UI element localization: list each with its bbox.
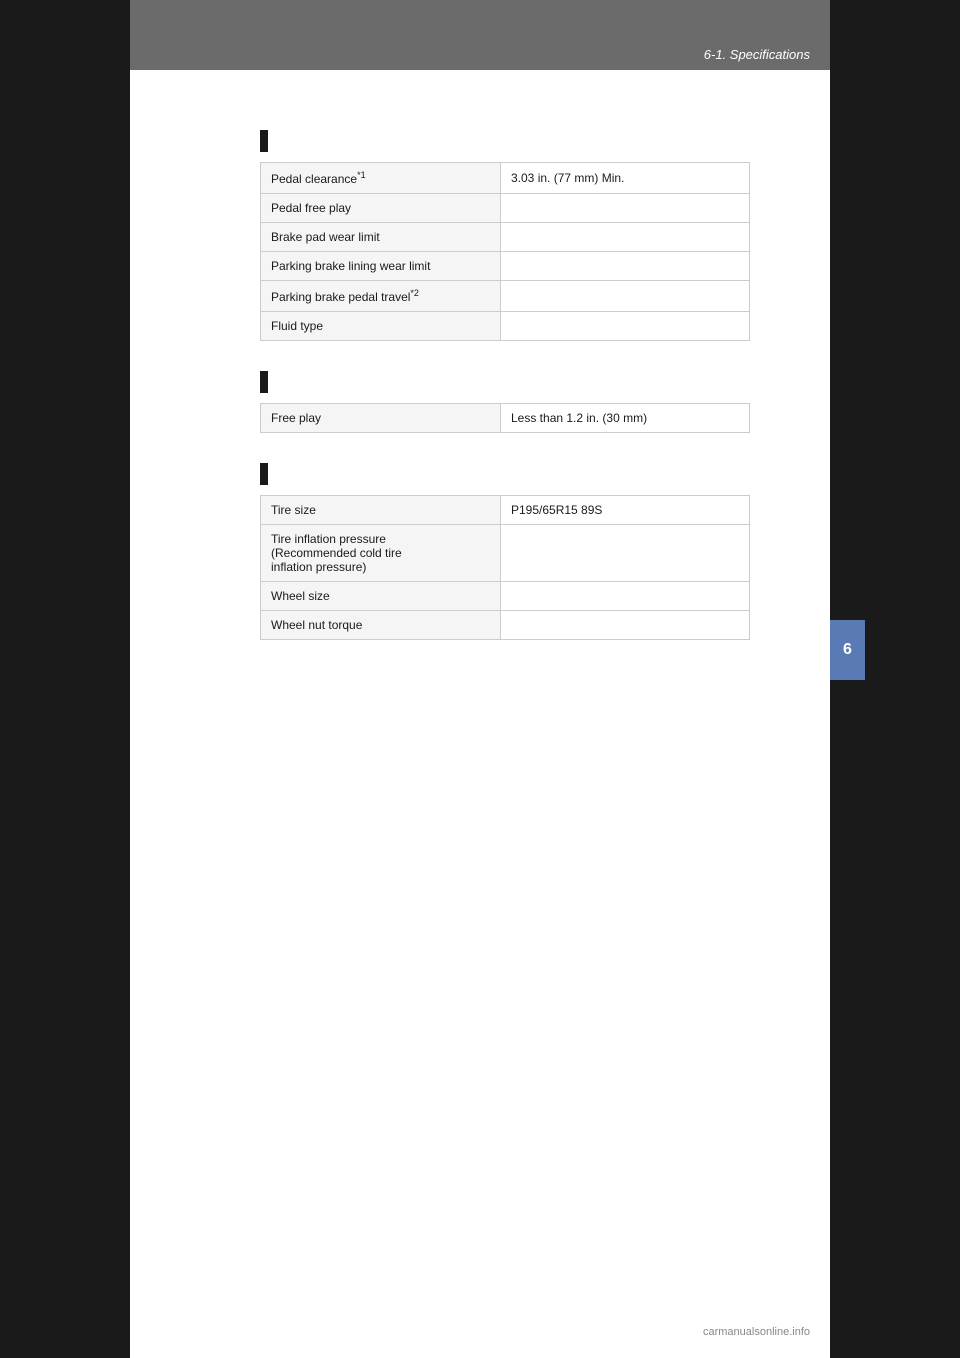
steering-table: Free play Less than 1.2 in. (30 mm) xyxy=(260,403,750,433)
brake-pad-wear-value xyxy=(501,223,750,252)
side-tab-label: 6 xyxy=(843,641,852,659)
brake-pedal-clearance-value: 3.03 in. (77 mm) Min. xyxy=(501,163,750,194)
free-play-value: Less than 1.2 in. (30 mm) xyxy=(501,404,750,433)
watermark: carmanualsonline.info xyxy=(703,1326,810,1338)
header-bar: 6-1. Specifications xyxy=(130,0,830,70)
table-row: Fluid type xyxy=(261,312,750,341)
wheel-nut-torque-value xyxy=(501,611,750,640)
section-bar-steering xyxy=(260,371,268,393)
section-bar-brake xyxy=(260,130,268,152)
table-row: Pedal clearance*1 3.03 in. (77 mm) Min. xyxy=(261,163,750,194)
parking-brake-pedal-label: Parking brake pedal travel*2 xyxy=(261,281,501,312)
brake-pedal-free-play-label: Pedal free play xyxy=(261,194,501,223)
section-bar-tires xyxy=(260,463,268,485)
brake-section-header xyxy=(260,130,750,152)
steering-section-header xyxy=(260,371,750,393)
table-row: Tire size P195/65R15 89S xyxy=(261,496,750,525)
table-row: Tire inflation pressure(Recommended cold… xyxy=(261,525,750,582)
wheel-size-value xyxy=(501,582,750,611)
table-row: Free play Less than 1.2 in. (30 mm) xyxy=(261,404,750,433)
tire-inflation-value xyxy=(501,525,750,582)
tire-size-value: P195/65R15 89S xyxy=(501,496,750,525)
table-row: Parking brake pedal travel*2 xyxy=(261,281,750,312)
header-title: 6-1. Specifications xyxy=(704,47,810,62)
fluid-type-value xyxy=(501,312,750,341)
watermark-text: carmanualsonline.info xyxy=(703,1326,810,1338)
brake-pedal-clearance-label: Pedal clearance*1 xyxy=(261,163,501,194)
table-row: Parking brake lining wear limit xyxy=(261,252,750,281)
tire-size-label: Tire size xyxy=(261,496,501,525)
main-content: Pedal clearance*1 3.03 in. (77 mm) Min. … xyxy=(130,70,830,690)
tires-section-header xyxy=(260,463,750,485)
wheel-size-label: Wheel size xyxy=(261,582,501,611)
tires-table: Tire size P195/65R15 89S Tire inflation … xyxy=(260,495,750,640)
brake-pedal-free-play-value xyxy=(501,194,750,223)
brake-table: Pedal clearance*1 3.03 in. (77 mm) Min. … xyxy=(260,162,750,341)
side-tab: 6 xyxy=(830,620,865,680)
parking-brake-lining-label: Parking brake lining wear limit xyxy=(261,252,501,281)
parking-brake-pedal-value xyxy=(501,281,750,312)
free-play-label: Free play xyxy=(261,404,501,433)
table-row: Pedal free play xyxy=(261,194,750,223)
table-row: Wheel nut torque xyxy=(261,611,750,640)
wheel-nut-torque-label: Wheel nut torque xyxy=(261,611,501,640)
tire-inflation-label: Tire inflation pressure(Recommended cold… xyxy=(261,525,501,582)
parking-brake-lining-value xyxy=(501,252,750,281)
brake-pad-wear-label: Brake pad wear limit xyxy=(261,223,501,252)
table-row: Wheel size xyxy=(261,582,750,611)
table-row: Brake pad wear limit xyxy=(261,223,750,252)
fluid-type-label: Fluid type xyxy=(261,312,501,341)
